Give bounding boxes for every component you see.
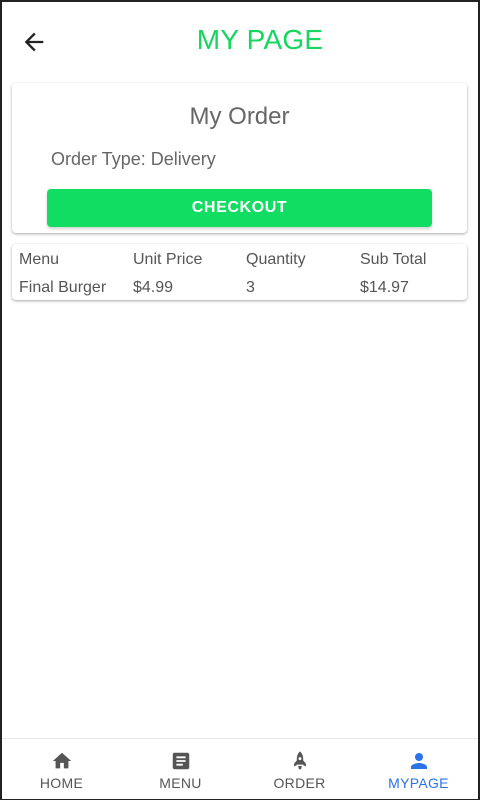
order-type-text: Order Type: Delivery (51, 149, 216, 169)
menu-list-icon (172, 752, 189, 770)
column-header-sub-total: Sub Total (360, 251, 427, 268)
order-card-title: My Order (189, 103, 290, 130)
nav-item-order[interactable]: ORDER (240, 739, 359, 799)
column-header-menu: Menu (19, 251, 60, 268)
column-header-unit-price: Unit Price (133, 251, 203, 268)
person-icon (410, 753, 427, 769)
cell-quantity: 3 (246, 279, 255, 296)
order-table: Menu Unit Price Quantity Sub Total Final… (12, 244, 467, 300)
nav-label-home: HOME (39, 775, 84, 791)
nav-item-menu[interactable]: MENU (121, 739, 240, 799)
nav-item-mypage[interactable]: MYPAGE (359, 739, 478, 799)
bottom-navigation: HOME MENU ORDER MYPAGE (2, 738, 478, 799)
cell-unit-price: $4.99 (133, 279, 174, 296)
nav-item-home[interactable]: HOME (2, 739, 121, 799)
nav-label-menu: MENU (159, 775, 202, 791)
rocket-icon (293, 751, 306, 770)
page-title: MY PAGE (196, 24, 324, 55)
column-header-quantity: Quantity (246, 251, 306, 268)
cell-menu: Final Burger (19, 279, 107, 296)
cell-sub-total: $14.97 (360, 279, 409, 296)
nav-label-mypage: MYPAGE (388, 775, 449, 791)
table-row: Final Burger $4.99 3 $14.97 (12, 275, 467, 301)
order-card: My Order Order Type: Delivery CHECKOUT (12, 83, 467, 233)
table-header-row: Menu Unit Price Quantity Sub Total (12, 247, 467, 273)
app-header: MY PAGE (2, 2, 478, 82)
home-icon (52, 752, 71, 769)
nav-label-order: ORDER (273, 775, 326, 791)
checkout-button[interactable]: CHECKOUT (47, 189, 432, 227)
